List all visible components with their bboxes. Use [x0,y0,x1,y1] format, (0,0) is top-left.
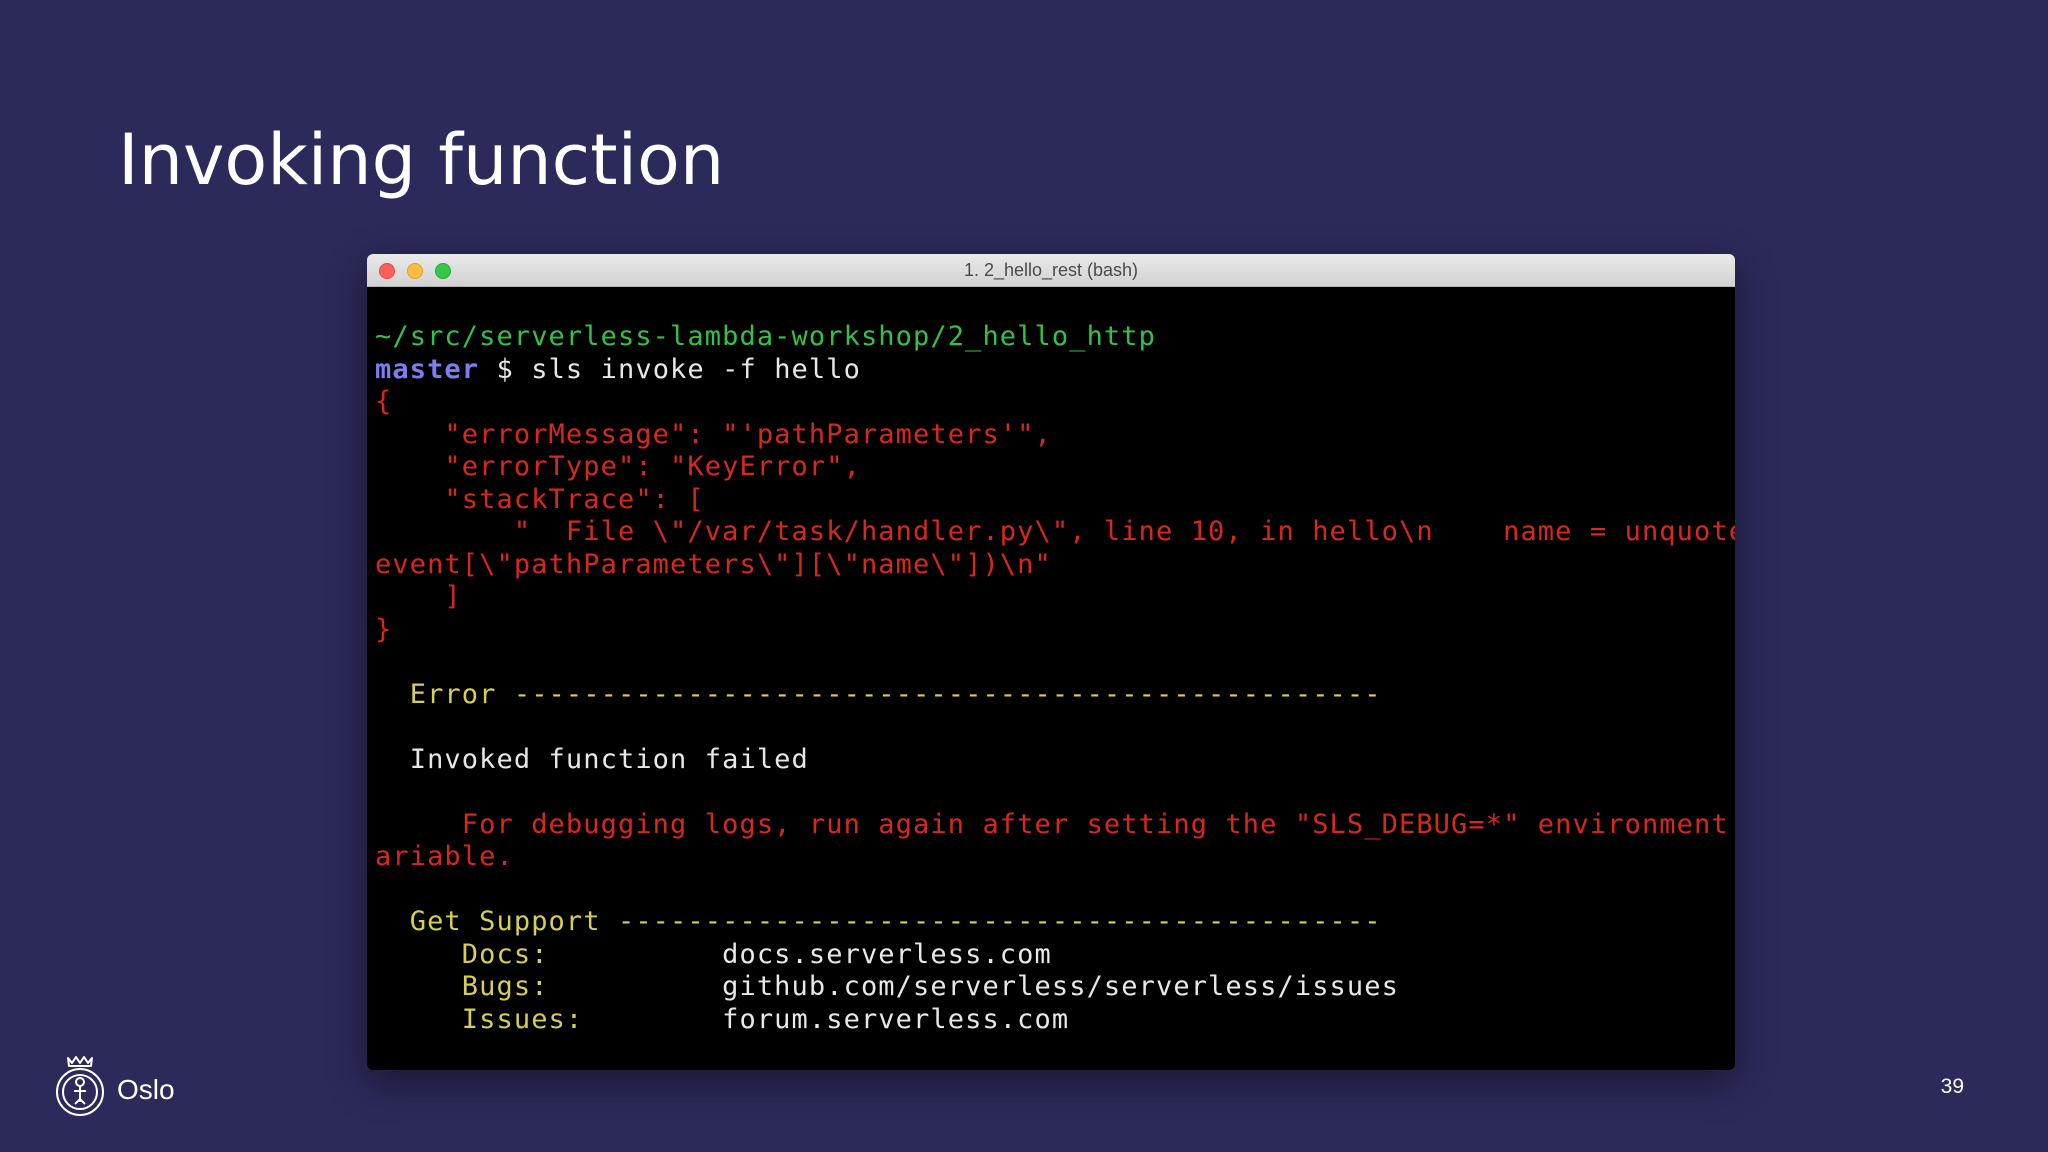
json-output-line: "errorMessage": "'pathParameters'", [375,418,1052,450]
support-label: Docs: [375,938,723,970]
error-header: Error ----------------------------------… [375,678,1382,710]
slide-title: Invoking function [118,119,725,201]
prompt-symbol: $ [479,353,532,385]
terminal-window[interactable]: 1. 2_hello_rest (bash) ~/src/serverless-… [367,254,1735,1070]
json-output-line: " File \"/var/task/handler.py\", line 10… [375,516,1735,547]
prompt-branch: master [375,353,480,385]
oslo-city-seal-icon [56,1056,104,1116]
support-row: Bugs: github.com/serverless/serverless/i… [375,971,1735,1004]
prompt-path: ~/src/serverless-lambda-workshop/2_hello… [375,321,1156,352]
support-label: Bugs: [375,971,723,1002]
terminal-titlebar[interactable]: 1. 2_hello_rest (bash) [367,254,1735,287]
json-output-line: { [375,386,393,417]
terminal-window-title: 1. 2_hello_rest (bash) [963,260,1139,280]
json-output-line: } [375,613,393,645]
support-row: Issues: forum.serverless.com [375,1004,1735,1037]
support-value: forum.serverless.com [722,1003,1070,1035]
support-value: docs.serverless.com [722,938,1052,970]
json-output-line: "errorType": "KeyError", [375,451,861,482]
prompt-line: master $ sls invoke -f hello [375,354,1735,387]
support-row: Docs: docs.serverless.com [375,939,1735,972]
json-output-line: ] [375,581,462,612]
support-value: github.com/serverless/serverless/issues [722,971,1399,1002]
brand-name: Oslo [117,1074,175,1105]
json-output-line: event[\"pathParameters\"][\"name\"])\n" [375,548,1052,580]
error-message: Invoked function failed [375,743,809,775]
support-header: Get Support ----------------------------… [375,906,1382,937]
json-output-line: "stackTrace": [ [375,483,705,515]
debug-hint-line: ariable. [375,841,514,872]
page-number: 39 [1940,1075,1964,1098]
command-text: sls invoke -f hello [531,353,861,385]
support-label: Issues: [375,1003,723,1035]
terminal-output[interactable]: ~/src/serverless-lambda-workshop/2_hello… [367,287,1735,1036]
debug-hint-line: For debugging logs, run again after sett… [375,808,1735,840]
